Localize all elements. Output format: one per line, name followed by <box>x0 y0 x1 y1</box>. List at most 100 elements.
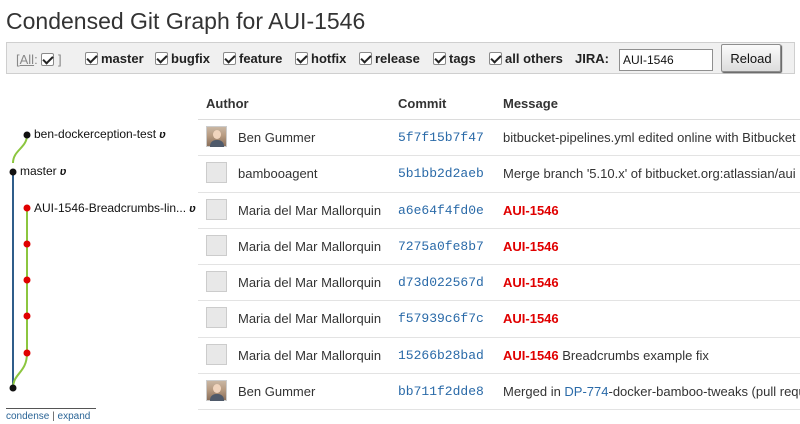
hotfix-checkbox[interactable] <box>295 52 308 65</box>
all-checkbox[interactable] <box>41 53 55 66</box>
commit-dot-feature-3[interactable] <box>23 276 31 284</box>
filter-all-others-label: all others <box>505 51 563 66</box>
expand-link[interactable]: expand <box>58 411 91 422</box>
filter-release[interactable]: release <box>359 51 420 66</box>
table-row[interactable]: Maria del Mar Mallorquin 15266b28bad AUI-1… <box>198 338 800 374</box>
author-name: Maria del Mar Mallorquin <box>238 275 382 290</box>
table-row[interactable]: bambooagent 5b1bb2d2aeb Merge branch '5.10… <box>198 156 800 193</box>
commit-dot-feature-2[interactable] <box>23 240 31 248</box>
filter-tags-label: tags <box>449 51 476 66</box>
branch-icon: ʋ <box>59 166 67 178</box>
filter-master[interactable]: master <box>85 51 144 66</box>
ben-branch-line <box>12 134 28 164</box>
author-name: bambooagent <box>238 166 318 182</box>
commit-message: AUI-1546 Breadcrumbs example fix <box>503 348 709 363</box>
branch-icon: ʋ <box>159 129 166 141</box>
feature-branch-line <box>12 208 28 389</box>
commit-dot-merge-base[interactable] <box>9 384 17 392</box>
filter-bugfix[interactable]: bugfix <box>155 51 210 66</box>
message-text: Merged in <box>503 383 565 399</box>
commit-table: Author Commit Message Ben Gummer 5f7f15b7… <box>198 86 800 410</box>
filter-bugfix-label: bugfix <box>171 51 210 66</box>
table-row[interactable]: Ben Gummer bb711f2dde8 Merged in DP-774-do… <box>198 374 800 410</box>
footer-divider <box>6 408 96 409</box>
commit-hash-link[interactable]: a6e64f4fd0e <box>398 203 484 218</box>
condense-link[interactable]: condense <box>6 411 49 422</box>
jira-key[interactable]: AUI-1546 <box>503 348 559 363</box>
commit-dot-master[interactable] <box>9 168 17 176</box>
commit-dot-feature-5[interactable] <box>23 349 31 357</box>
message-text: Merge branch '5.10.x' of bitbucket.org:a… <box>503 166 796 182</box>
filter-tags[interactable]: tags <box>433 51 476 66</box>
branch-label-ben[interactable]: ben-dockerception-test ʋ <box>34 127 166 141</box>
table-header: Author Commit Message <box>198 86 800 120</box>
branch-name-ben: ben-dockerception-test <box>34 127 157 141</box>
jira-key[interactable]: AUI-1546 <box>503 203 559 218</box>
commit-message: AUI-1546 <box>503 203 559 218</box>
message-text: bitbucket-pipelines.yml edited online wi… <box>503 130 796 145</box>
jira-key[interactable]: AUI-1546 <box>503 311 559 326</box>
author-name: Ben Gummer <box>238 130 316 145</box>
filter-master-label: master <box>101 51 144 66</box>
jira-key[interactable]: AUI-1546 <box>503 239 559 254</box>
commit-hash-link[interactable]: d73d022567d <box>398 275 484 290</box>
commit-hash-link[interactable]: f57939c6f7c <box>398 311 484 326</box>
message-tail: -docker-bamboo-tweaks (pull requ <box>608 383 800 399</box>
avatar <box>206 234 227 256</box>
avatar <box>206 198 227 220</box>
avatar <box>206 126 227 147</box>
filter-hotfix[interactable]: hotfix <box>295 51 346 66</box>
all-others-checkbox[interactable] <box>489 52 502 65</box>
commit-message: AUI-1546 <box>503 239 559 254</box>
commit-hash-link[interactable]: 5f7f15b7f47 <box>398 130 484 145</box>
commit-message: bitbucket-pipelines.yml edited online wi… <box>503 130 796 145</box>
header-commit: Commit <box>398 96 447 111</box>
author-name: Ben Gummer <box>238 383 316 399</box>
avatar <box>206 307 227 329</box>
header-author: Author <box>206 96 249 111</box>
commit-hash-link[interactable]: 15266b28bad <box>398 348 484 363</box>
footer-separator: | <box>49 411 58 422</box>
filter-all-others[interactable]: all others <box>489 51 563 66</box>
bracket-close: ] <box>57 52 62 67</box>
commit-hash-link[interactable]: 5b1bb2d2aeb <box>398 166 484 181</box>
master-checkbox[interactable] <box>85 52 98 65</box>
commit-dot-ben[interactable] <box>23 131 31 139</box>
commit-dot-feature-4[interactable] <box>23 312 31 320</box>
commit-dot-feature-1[interactable] <box>23 204 31 212</box>
branch-label-feature[interactable]: AUI-1546-Breadcrumbs-lin... ʋ <box>34 201 196 215</box>
table-row[interactable]: Maria del Mar Mallorquin a6e64f4fd0e AUI-1… <box>198 193 800 229</box>
author-name: Maria del Mar Mallorquin <box>238 347 382 363</box>
commit-hash-link[interactable]: bb711f2dde8 <box>398 384 484 399</box>
page-title: Condensed Git Graph for AUI-1546 <box>6 8 366 34</box>
release-checkbox[interactable] <box>359 52 372 65</box>
filter-bar: [All: ] master bugfix feature hotfix rel… <box>6 42 795 74</box>
table-body: Ben Gummer 5f7f15b7f47 bitbucket-pipelines… <box>198 120 800 410</box>
feature-checkbox[interactable] <box>223 52 236 65</box>
table-row[interactable]: Maria del Mar Mallorquin f57939c6f7c AUI-1… <box>198 301 800 338</box>
jira-key[interactable]: AUI-1546 <box>503 275 559 290</box>
avatar <box>206 343 227 365</box>
branch-icon: ʋ <box>189 203 196 215</box>
table-row[interactable]: Ben Gummer 5f7f15b7f47 bitbucket-pipelines… <box>198 120 800 157</box>
bugfix-checkbox[interactable] <box>155 52 168 65</box>
reload-button[interactable]: Reload <box>721 44 781 72</box>
tags-checkbox[interactable] <box>433 52 446 65</box>
all-link[interactable]: All <box>20 52 34 67</box>
git-graph-svg <box>9 131 31 392</box>
avatar <box>206 271 227 292</box>
commit-message: AUI-1546 <box>503 275 559 290</box>
commit-message: Merged in DP-774-docker-bamboo-tweaks (p… <box>503 384 800 399</box>
branch-name-feature: AUI-1546-Breadcrumbs-lin... <box>34 201 187 215</box>
commit-message: AUI-1546 <box>503 311 559 326</box>
filter-feature-label: feature <box>239 51 283 66</box>
table-row[interactable]: Maria del Mar Mallorquin d73d022567d AUI-1… <box>198 265 800 302</box>
jira-input[interactable] <box>619 49 713 71</box>
branch-label-master[interactable]: master ʋ <box>20 164 66 178</box>
commit-hash-link[interactable]: 7275a0fe8b7 <box>398 239 484 254</box>
table-row[interactable]: Maria del Mar Mallorquin 7275a0fe8b7 AUI-1… <box>198 229 800 265</box>
author-name: Maria del Mar Mallorquin <box>238 238 382 254</box>
filter-feature[interactable]: feature <box>223 51 282 66</box>
message-issue-link[interactable]: DP-774 <box>564 384 608 399</box>
author-name: Maria del Mar Mallorquin <box>238 311 382 327</box>
